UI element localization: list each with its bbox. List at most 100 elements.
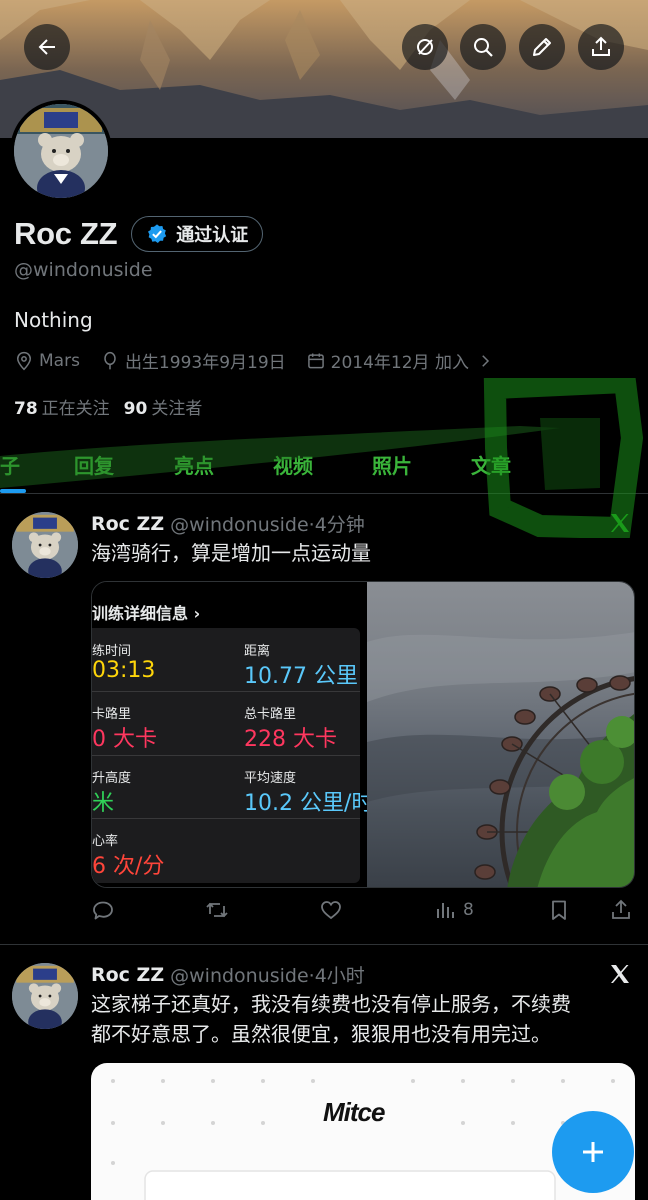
dotted-background: [111, 1079, 615, 1200]
stat-active-calories: 卡路里 0 大卡: [92, 691, 226, 754]
stat-value: 6 次/分: [92, 854, 165, 879]
profile-bio: Nothing: [14, 308, 93, 332]
search-icon: [474, 38, 493, 57]
stat-heart-rate: 心率 6 次/分: [92, 818, 226, 881]
grok-icon: [417, 39, 433, 55]
tweet-header: Roc ZZ @windonuside·4分钟: [91, 510, 365, 537]
tweet-text-line: 都不好意思了。虽然很便宜，狠狠用也没有用完过。: [91, 1022, 551, 1046]
tweet-handle-time: @windonuside·4小时: [170, 965, 365, 987]
stat-value: 米: [92, 791, 115, 816]
grok-button[interactable]: [402, 24, 448, 70]
share-tweet-button[interactable]: [609, 898, 633, 922]
fitness-summary-image: 训练详细信息 › 练时间 03:13 距离 10.77 公里 卡路里 0 大卡 …: [92, 582, 373, 887]
stat-duration: 练时间 03:13: [92, 628, 226, 691]
location: Mars: [14, 351, 80, 371]
verified-check-icon: [148, 224, 167, 243]
arrow-left-icon: [38, 39, 55, 55]
location-text: Mars: [39, 350, 80, 371]
verified-label: 通过认证: [176, 225, 249, 246]
stat-label: 总卡路里: [244, 707, 297, 722]
location-pin-icon: [16, 351, 32, 370]
tweet-text-line: 这家梯子还真好，我没有续费也没有停止服务，不续费: [91, 992, 571, 1016]
birthdate-text: 出生1993年9月19日: [124, 353, 286, 373]
stat-label: 卡路里: [92, 707, 132, 722]
stat-label: 距离: [244, 644, 271, 659]
stat-elevation: 升高度 米: [92, 755, 226, 818]
stat-label: 平均速度: [244, 771, 297, 786]
x-logo-icon: [611, 514, 629, 532]
join-date[interactable]: 2014年12月 加入: [306, 348, 494, 373]
stat-value: 10.2 公里/时: [244, 791, 374, 816]
stat-value: 0 大卡: [92, 727, 157, 752]
edit-button[interactable]: [519, 24, 565, 70]
followers-count: 90: [123, 399, 148, 419]
tab-replies[interactable]: 回复: [74, 450, 114, 479]
retweet-icon: [206, 902, 228, 918]
tab-videos[interactable]: 视频: [273, 450, 313, 479]
search-button[interactable]: [460, 24, 506, 70]
bookmark-icon: [552, 900, 566, 920]
tab-posts[interactable]: 子: [0, 450, 20, 479]
mitce-logo: Mitce: [323, 1097, 385, 1127]
tweet-text: 海湾骑行，算是增加一点运动量: [91, 541, 371, 565]
stat-total-calories: 总卡路里 228 大卡: [244, 691, 378, 754]
tweet-media[interactable]: Mitce: [91, 1063, 635, 1200]
fitness-stats-grid: 练时间 03:13 距离 10.77 公里 卡路里 0 大卡 总卡路里 228 …: [92, 628, 373, 883]
x-logo-icon: [611, 965, 629, 983]
stat-label: 升高度: [92, 771, 132, 786]
tab-photos[interactable]: 照片: [372, 450, 412, 479]
tweet-header: Roc ZZ @windonuside·4小时: [91, 961, 365, 988]
heart-icon: [321, 901, 341, 920]
share-icon: [612, 899, 630, 919]
avatar-image: [14, 104, 108, 198]
bar-chart-icon: [437, 903, 454, 918]
retweet-button[interactable]: [205, 898, 229, 922]
bookmark-button[interactable]: [547, 898, 571, 922]
tweet-text: 这家梯子还真好，我没有续费也没有停止服务，不续费 都不好意思了。虽然很便宜，狠狠…: [91, 989, 636, 1049]
tweet-author-name[interactable]: Roc ZZ: [91, 964, 164, 986]
back-button[interactable]: [24, 24, 70, 70]
tweet-divider: [0, 944, 648, 945]
balloon-icon: [104, 351, 116, 369]
stat-distance: 距离 10.77 公里: [244, 628, 378, 691]
tab-highlights[interactable]: 亮点: [174, 450, 214, 479]
tweet-avatar[interactable]: [12, 963, 78, 1029]
share-button[interactable]: [578, 24, 624, 70]
tweet-avatar[interactable]: [12, 512, 78, 578]
tweet-author-name[interactable]: Roc ZZ: [91, 513, 164, 535]
tweet-actions: 8: [91, 898, 636, 928]
profile-tabs: 子 回复 亮点 视频 照片 文章: [0, 440, 648, 494]
stat-avg-speed: 平均速度 10.2 公里/时: [244, 755, 378, 818]
stat-value: 03:13: [92, 658, 156, 683]
join-date-text: 2014年12月 加入: [330, 353, 469, 373]
following-label: 正在关注: [41, 399, 110, 419]
calendar-icon: [307, 353, 324, 368]
following-link[interactable]: 78 正在关注: [14, 394, 110, 419]
tab-articles[interactable]: 文章: [471, 450, 511, 479]
followers-link[interactable]: 90 关注者: [124, 394, 203, 419]
compose-tweet-button[interactable]: [552, 1111, 634, 1193]
profile-handle: @windonuside: [14, 259, 153, 281]
verified-badge-button[interactable]: 通过认证: [131, 216, 264, 252]
reply-button[interactable]: [91, 898, 115, 922]
reply-icon: [93, 901, 113, 920]
stat-value: 10.77 公里: [244, 664, 358, 689]
active-tab-indicator: [0, 489, 26, 493]
ferris-wheel-photo: [367, 582, 634, 887]
tweet-media[interactable]: 训练详细信息 › 练时间 03:13 距离 10.77 公里 卡路里 0 大卡 …: [91, 581, 635, 888]
fitness-title: 训练详细信息 ›: [92, 604, 201, 623]
profile-avatar[interactable]: [10, 100, 112, 202]
avatar-image: [12, 512, 78, 578]
following-count: 78: [14, 399, 38, 419]
views-button[interactable]: 8: [433, 898, 474, 922]
like-button[interactable]: [319, 898, 343, 922]
pencil-icon: [533, 38, 551, 56]
avatar-image: [12, 963, 78, 1029]
tweet-handle-time: @windonuside·4分钟: [170, 514, 365, 536]
followers-label: 关注者: [151, 399, 203, 419]
share-icon: [592, 36, 610, 56]
views-count: 8: [463, 900, 474, 920]
stat-label: 心率: [92, 834, 119, 849]
stat-label: 练时间: [92, 644, 132, 659]
plus-icon: [583, 1142, 603, 1162]
